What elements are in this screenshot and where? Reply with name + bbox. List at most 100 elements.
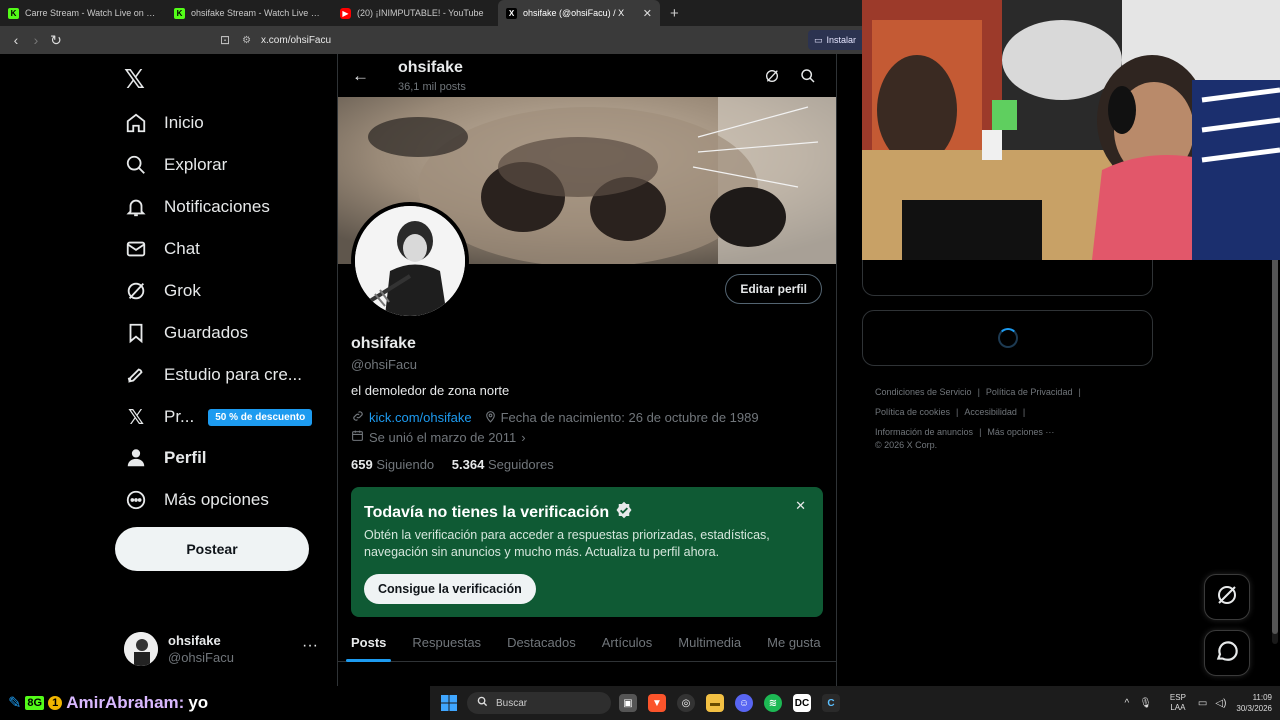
premium-discount-badge: 50 % de descuento: [208, 408, 313, 426]
new-tab-button[interactable]: +: [660, 5, 689, 22]
browser-tab[interactable]: K ohsifake Stream - Watch Live on Kick: [166, 0, 332, 26]
chat-message: yo: [188, 693, 209, 712]
bookmark-icon: [124, 321, 148, 345]
spotify-icon[interactable]: ≋: [764, 694, 782, 712]
search-icon[interactable]: [798, 66, 818, 86]
clock-date: 30/3/2026: [1236, 704, 1272, 713]
sidebar-item-guardados[interactable]: Guardados: [124, 318, 248, 348]
language-code: ESP: [1169, 693, 1186, 702]
following-link[interactable]: 659 Siguiendo: [351, 457, 434, 472]
footer-link[interactable]: Información de anuncios: [875, 427, 973, 437]
tab-destacados[interactable]: Destacados: [494, 622, 589, 662]
post-button[interactable]: Postear: [115, 527, 309, 571]
tab-respuestas[interactable]: Respuestas: [399, 622, 494, 662]
profile-name: ohsifake: [351, 335, 416, 352]
bookmark-icon[interactable]: ⊡: [220, 33, 230, 47]
forward-icon[interactable]: ›: [26, 32, 46, 48]
rocket-icon: [124, 363, 148, 387]
taskbar-clock[interactable]: 11:09 30/3/2026: [1236, 692, 1272, 714]
brave-browser-icon[interactable]: ▼: [648, 694, 666, 712]
taskbar-search[interactable]: Buscar: [467, 692, 611, 714]
sidebar-item-explorar[interactable]: Explorar: [124, 150, 227, 180]
profile-header-bar: ← ohsifake 36,1 mil posts: [338, 54, 836, 97]
copyright-text: © 2026 X Corp.: [875, 440, 938, 450]
browser-tab-active[interactable]: X ohsifake (@ohsiFacu) / X ✕: [498, 0, 660, 26]
profile-joined: Se unió el marzo de 2011: [369, 429, 517, 445]
tab-posts[interactable]: Posts: [338, 622, 399, 662]
tab-title: (20) ¡INIMPUTABLE! - YouTube: [357, 8, 484, 18]
profile-meta-row: kick.com/ohsifake Fecha de nacimiento: 2…: [351, 409, 759, 426]
get-verified-button[interactable]: Consigue la verificación: [364, 574, 536, 604]
profile-avatar[interactable]: [351, 202, 469, 320]
sidebar-item-premium[interactable]: 𝕏 Pr... 50 % de descuento: [124, 402, 313, 432]
sidebar-item-inicio[interactable]: Inicio: [124, 108, 204, 138]
network-icon[interactable]: ▭: [1198, 698, 1207, 709]
windows-start-icon[interactable]: [440, 694, 458, 712]
sidebar-item-grok[interactable]: Grok: [124, 276, 201, 306]
sidebar-item-perfil[interactable]: Perfil: [124, 443, 207, 473]
follow-counts: 659 Siguiendo 5.364 Seguidores: [351, 457, 554, 472]
chevron-right-icon: ›: [521, 429, 526, 445]
profile-joined-row[interactable]: Se unió el marzo de 2011 ›: [351, 429, 526, 445]
task-view-icon[interactable]: ▣: [619, 694, 637, 712]
messages-fab-button[interactable]: [1204, 630, 1250, 676]
grok-fab-button[interactable]: [1204, 574, 1250, 620]
discord-icon[interactable]: ☺: [735, 694, 753, 712]
followers-label: Seguidores: [487, 457, 554, 472]
sidebar-item-estudio[interactable]: Estudio para cre...: [124, 360, 302, 390]
footer-link[interactable]: Condiciones de Servicio: [875, 387, 972, 397]
microphone-icon[interactable]: 🎙: [1139, 698, 1152, 709]
footer-link[interactable]: Más opciones ···: [987, 427, 1054, 437]
url-field[interactable]: ⊡ ⚙ x.com/ohsiFacu: [220, 30, 800, 50]
install-button[interactable]: ▭ Instalar: [807, 30, 862, 50]
app-icon[interactable]: C: [822, 694, 840, 712]
install-label: Instalar: [826, 35, 856, 45]
browser-tab[interactable]: K Carre Stream - Watch Live on Kick: [0, 0, 166, 26]
stream-chat-overlay: ✎ 8G 1 AmirAbraham: yo: [0, 686, 430, 720]
keyboard-layout: LAA: [1170, 703, 1186, 712]
tab-title: ohsifake Stream - Watch Live on Kick: [191, 8, 324, 18]
close-icon[interactable]: ✕: [795, 498, 806, 514]
more-horizontal-icon[interactable]: ···: [302, 637, 318, 655]
browser-tab[interactable]: ▶ (20) ¡INIMPUTABLE! - YouTube: [332, 0, 498, 26]
grok-icon[interactable]: [762, 66, 782, 86]
sidebar-item-label: Notificaciones: [164, 197, 270, 216]
file-explorer-icon[interactable]: ▬: [706, 694, 724, 712]
right-widget-loading: [862, 310, 1153, 366]
sidebar-item-notificaciones[interactable]: Notificaciones: [124, 192, 270, 222]
footer-link[interactable]: Política de Privacidad: [986, 387, 1073, 397]
verified-badge-icon: [615, 501, 633, 524]
volume-icon[interactable]: ◁): [1215, 698, 1226, 709]
language-indicator[interactable]: ESP LAA: [1170, 693, 1186, 713]
footer-links: Condiciones de Servicio | Política de Priv…: [875, 387, 1081, 437]
tab-articulos[interactable]: Artículos: [589, 622, 666, 662]
reload-icon[interactable]: ↻: [46, 32, 66, 49]
close-icon[interactable]: ✕: [643, 7, 652, 20]
back-arrow-icon[interactable]: ←: [352, 66, 369, 86]
footer-link[interactable]: Accesibilidad: [964, 407, 1017, 417]
badge-icon: 1: [48, 696, 63, 710]
sidebar-item-mas-opciones[interactable]: Más opciones: [124, 485, 269, 515]
header-profile-name: ohsifake: [398, 59, 463, 76]
sidebar-item-chat[interactable]: Chat: [124, 234, 200, 264]
footer-link[interactable]: Política de cookies: [875, 407, 950, 417]
chevron-up-icon[interactable]: ^: [1125, 698, 1130, 709]
edit-profile-button[interactable]: Editar perfil: [725, 274, 822, 304]
address-bar-row: ‹ › ↻ ⊡ ⚙ x.com/ohsiFacu ▭ Instalar: [0, 26, 862, 54]
followers-link[interactable]: 5.364 Seguidores: [452, 457, 554, 472]
verification-title: Todavía no tienes la verificación: [364, 503, 610, 521]
taskbar-search-placeholder: Buscar: [496, 697, 528, 709]
app-icon[interactable]: ◎: [677, 694, 695, 712]
search-icon: [477, 696, 488, 710]
x-logo-icon[interactable]: 𝕏: [124, 64, 145, 95]
profile-handle: @ohsiFacu: [351, 357, 417, 372]
tab-multimedia[interactable]: Multimedia: [665, 622, 754, 662]
grok-icon: [1215, 583, 1239, 612]
account-switcher[interactable]: ohsifake @ohsiFacu ···: [124, 631, 324, 667]
more-circle-icon: [124, 488, 148, 512]
back-icon[interactable]: ‹: [6, 32, 26, 48]
site-info-icon[interactable]: ⚙: [242, 35, 251, 46]
app-icon[interactable]: DC: [793, 694, 811, 712]
profile-website-link[interactable]: kick.com/ohsifake: [369, 410, 472, 425]
tab-me-gusta[interactable]: Me gusta: [754, 622, 833, 662]
